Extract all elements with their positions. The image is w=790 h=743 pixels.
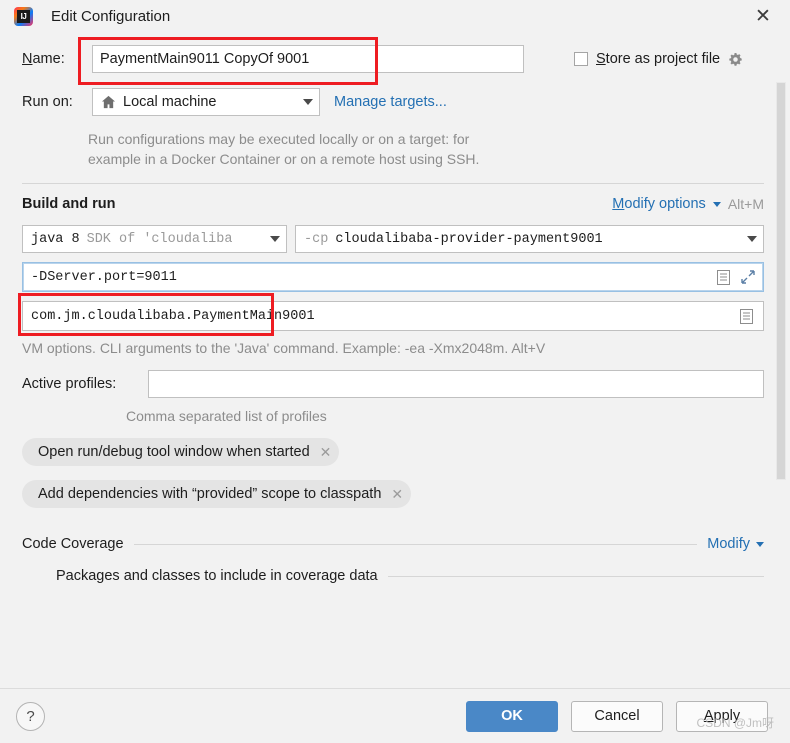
document-icon[interactable]	[717, 269, 730, 285]
chevron-down-icon	[756, 541, 764, 547]
expand-icon[interactable]	[741, 270, 755, 284]
chevron-down-icon	[270, 236, 280, 242]
vm-options-hint: VM options. CLI arguments to the 'Java' …	[22, 340, 546, 356]
section-divider	[22, 183, 764, 184]
active-profiles-label: Active profiles:	[22, 376, 117, 392]
build-and-run-header: Build and run Modify options Alt+M	[0, 196, 790, 212]
main-class-field[interactable]: com.jm.cloudalibaba.PaymentMain9001	[22, 301, 764, 331]
run-on-row: Run on: Local machine Manage targets...	[0, 87, 790, 117]
option-chip-label: Add dependencies with “provided” scope t…	[38, 486, 382, 502]
footer-buttons: OK Cancel Apply	[466, 700, 768, 732]
run-on-dropdown[interactable]: Local machine	[92, 88, 320, 116]
store-as-project-file-row[interactable]: Store as project file	[574, 51, 743, 67]
sdk-secondary-label: SDK of 'cloudaliba	[86, 231, 233, 247]
help-button[interactable]: ?	[16, 701, 45, 731]
code-coverage-modify-link[interactable]: Modify	[707, 536, 764, 552]
classpath-dropdown[interactable]: -cp cloudalibaba-provider-payment9001	[295, 225, 764, 253]
vm-options-row: -DServer.port=9011	[0, 262, 790, 292]
name-input[interactable]	[92, 45, 524, 73]
main-class-row: com.jm.cloudalibaba.PaymentMain9001	[0, 301, 790, 331]
chevron-down-icon	[712, 201, 721, 207]
vertical-scrollbar[interactable]	[775, 80, 787, 682]
close-icon[interactable]: ✕	[391, 487, 403, 501]
dialog-footer: ? OK Cancel Apply	[0, 688, 790, 743]
dialog-content: Name: Store as project file Run on:	[0, 32, 790, 688]
run-on-description-line-2: example in a Docker Container or on a re…	[88, 151, 480, 167]
modify-options-label-rest: odify options	[624, 196, 706, 212]
modify-options-link[interactable]: Modify options	[612, 196, 706, 212]
vm-options-value: -DServer.port=9011	[31, 269, 177, 285]
classpath-value: cloudalibaba-provider-payment9001	[335, 231, 603, 247]
title-bar: Edit Configuration ✕	[0, 0, 790, 32]
run-on-description-line-1: Run configurations may be executed local…	[88, 131, 470, 147]
scrollbar-thumb[interactable]	[776, 82, 786, 480]
coverage-packages-row: Packages and classes to include in cover…	[34, 568, 790, 584]
coverage-packages-divider	[387, 575, 764, 577]
chevron-down-icon	[747, 236, 757, 242]
active-profiles-input[interactable]	[148, 370, 764, 398]
home-icon	[101, 95, 116, 109]
close-icon[interactable]: ✕	[320, 445, 332, 459]
build-and-run-title: Build and run	[22, 196, 116, 212]
code-coverage-title: Code Coverage	[22, 536, 124, 552]
ok-button[interactable]: OK	[466, 700, 558, 732]
edit-configuration-dialog: Edit Configuration ✕ Name: Store as proj…	[0, 0, 790, 743]
vm-options-field[interactable]: -DServer.port=9011	[22, 262, 764, 292]
close-icon[interactable]: ✕	[750, 3, 776, 29]
chevron-down-icon	[303, 99, 313, 105]
active-profiles-row: Active profiles:	[0, 370, 790, 398]
name-row: Name: Store as project file	[0, 43, 790, 75]
active-profiles-hint: Comma separated list of profiles	[126, 408, 327, 424]
sdk-primary-label: java 8	[31, 231, 80, 247]
option-chip[interactable]: Add dependencies with “provided” scope t…	[22, 480, 412, 508]
option-chip[interactable]: Open run/debug tool window when started …	[22, 438, 340, 466]
sdk-classpath-row: java 8 SDK of 'cloudaliba -cp cloudaliba…	[0, 225, 790, 253]
store-as-project-file-checkbox[interactable]	[574, 52, 588, 66]
manage-targets-link[interactable]: Manage targets...	[334, 94, 447, 110]
run-on-description: Run configurations may be executed local…	[88, 129, 558, 169]
cancel-button[interactable]: Cancel	[571, 700, 663, 732]
document-icon[interactable]	[740, 308, 753, 324]
run-on-value: Local machine	[123, 94, 217, 110]
dialog-title: Edit Configuration	[51, 7, 171, 25]
code-coverage-divider	[133, 543, 698, 545]
option-chips: Open run/debug tool window when started …	[0, 424, 790, 508]
code-coverage-modify-label: Modify	[707, 536, 750, 552]
modify-options-shortcut: Alt+M	[727, 196, 764, 212]
sdk-dropdown[interactable]: java 8 SDK of 'cloudaliba	[22, 225, 287, 253]
intellij-idea-icon	[14, 6, 33, 26]
main-class-value: com.jm.cloudalibaba.PaymentMain9001	[31, 308, 315, 324]
name-label: Name:	[22, 51, 65, 67]
option-chip-label: Open run/debug tool window when started	[38, 444, 310, 460]
code-coverage-header: Code Coverage Modify	[0, 536, 790, 552]
run-on-label: Run on:	[22, 94, 73, 110]
coverage-packages-label: Packages and classes to include in cover…	[56, 568, 378, 584]
apply-button[interactable]: Apply	[676, 700, 768, 732]
gear-icon[interactable]	[728, 52, 743, 67]
store-as-project-file-label: Store as project file	[596, 51, 721, 67]
classpath-prefix: -cp	[304, 231, 329, 247]
